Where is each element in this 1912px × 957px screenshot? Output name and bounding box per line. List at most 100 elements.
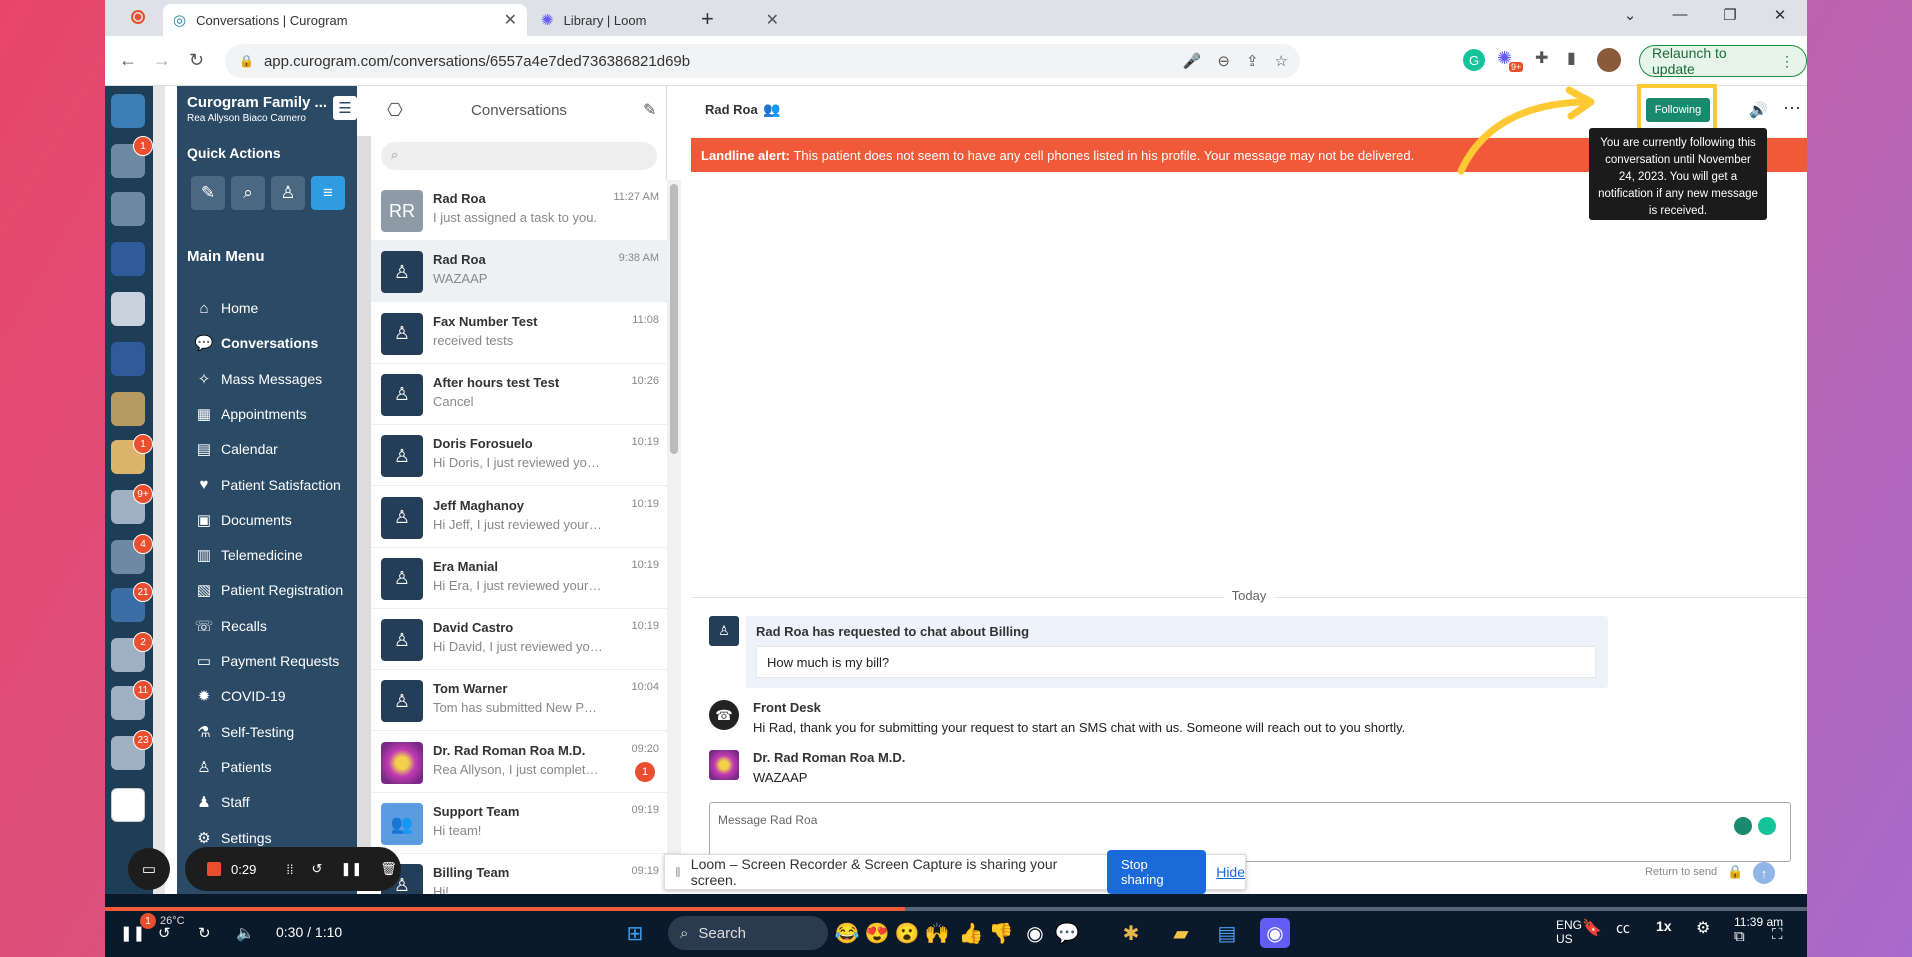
- conversation-scrollbar[interactable]: [667, 180, 681, 886]
- restart-icon[interactable]: ↺: [312, 861, 323, 877]
- search-button[interactable]: ⌕: [231, 176, 265, 210]
- forward-icon[interactable]: →: [153, 50, 171, 71]
- lang-indicator[interactable]: ENG US: [1556, 918, 1582, 946]
- conversation-item[interactable]: Dr. Rad Roman Roa M.D. Rea Allyson, I jus…: [371, 731, 667, 793]
- rail-scrollbar[interactable]: [153, 86, 165, 894]
- practice-logo[interactable]: [111, 342, 145, 376]
- close-tab-icon[interactable]: ✕: [504, 10, 517, 30]
- send-button[interactable]: ↑: [1753, 862, 1775, 884]
- settings-icon[interactable]: ⚙: [1696, 918, 1710, 938]
- org-name[interactable]: Curogram Family ...: [187, 94, 327, 111]
- pause-icon[interactable]: ❚❚: [340, 861, 362, 877]
- conversation-item[interactable]: ♙ Fax Number Test received tests 11:08: [371, 302, 667, 364]
- sidepanel-icon[interactable]: ▮: [1567, 48, 1576, 68]
- relaunch-button[interactable]: Relaunch to update ⋮: [1639, 45, 1807, 77]
- hide-link[interactable]: Hide: [1216, 864, 1245, 880]
- conversation-item[interactable]: ♙ Era Manial Hi Era, I just reviewed your …: [371, 547, 667, 609]
- menu-item-patients[interactable]: ♙ Patients: [193, 755, 271, 779]
- play-pause-icon[interactable]: ❚❚: [120, 924, 145, 942]
- chat-contact-name[interactable]: Rad Roa: [705, 102, 758, 117]
- menu-item-calendar[interactable]: ▤ Calendar: [193, 437, 278, 461]
- conversation-item[interactable]: ♙ Jeff Maghanoy Hi Jeff, I just reviewed y…: [371, 486, 667, 548]
- grammarly-icon[interactable]: G: [1463, 49, 1485, 71]
- conversation-search-input[interactable]: ⌕: [381, 142, 657, 170]
- captions-icon[interactable]: ㏄: [1616, 918, 1630, 938]
- windows-start-icon[interactable]: ⊞: [620, 918, 650, 948]
- emoji-heart-eyes-icon[interactable]: 😍: [862, 918, 892, 948]
- practice-logo[interactable]: [111, 392, 145, 426]
- menu-item-patient-registration[interactable]: ▧ Patient Registration: [193, 578, 343, 602]
- url-field[interactable]: 🔒 app.curogram.com/conversations/6557a4e…: [225, 44, 1300, 78]
- camera-icon[interactable]: ▭: [128, 848, 170, 890]
- menu-scrollbar[interactable]: [357, 136, 371, 856]
- conversation-item[interactable]: RR Rad Roa I just assigned a task to you. 1…: [371, 180, 667, 241]
- conversation-item[interactable]: ♙ Doris Forosuelo Hi Doris, I just reviewe…: [371, 425, 667, 487]
- add-patient-button[interactable]: ♙: [271, 176, 305, 210]
- practice-logo[interactable]: [111, 192, 145, 226]
- close-window-button[interactable]: ✕: [1765, 6, 1795, 24]
- tab-conversations[interactable]: ◎ Conversations | Curogram ✕: [163, 4, 527, 36]
- menu-item-documents[interactable]: ▣ Documents: [193, 508, 292, 532]
- volume-icon[interactable]: 🔈: [236, 924, 255, 942]
- menu-item-staff[interactable]: ♟ Staff: [193, 790, 249, 814]
- close-tab-icon[interactable]: ✕: [766, 10, 779, 30]
- practice-logo[interactable]: [111, 242, 145, 276]
- menu-item-settings[interactable]: ⚙ Settings: [193, 826, 271, 850]
- emoji-surprised-icon[interactable]: 😮: [892, 918, 922, 948]
- zoom-icon[interactable]: ⊖: [1217, 52, 1230, 70]
- loom-taskbar-icon[interactable]: ◉: [1260, 918, 1290, 948]
- curogram-logo[interactable]: [111, 788, 145, 822]
- lock-icon[interactable]: 🔒: [1727, 864, 1743, 880]
- menu-item-payment-requests[interactable]: ▭ Payment Requests: [193, 649, 339, 673]
- stop-record-icon[interactable]: [207, 862, 221, 876]
- conversation-item[interactable]: 👥 Support Team Hi team! 09:19: [371, 793, 667, 854]
- slack-icon[interactable]: ✱: [1116, 918, 1146, 948]
- emoji-laugh-icon[interactable]: 😂: [832, 918, 862, 948]
- emoji-icon[interactable]: [1734, 817, 1752, 835]
- reload-icon[interactable]: ↻: [189, 50, 204, 71]
- menu-item-recalls[interactable]: ☏ Recalls: [193, 614, 267, 638]
- trash-icon[interactable]: 🗑: [380, 861, 397, 877]
- tab-search-icon[interactable]: ⌄: [1615, 6, 1645, 24]
- new-tab-button[interactable]: +: [701, 6, 714, 32]
- mic-icon[interactable]: 🎤: [1183, 52, 1202, 70]
- menu-item-self-testing[interactable]: ⚗ Self-Testing: [193, 720, 294, 744]
- grammarly-icon[interactable]: [1758, 817, 1776, 835]
- filters-button[interactable]: ≡: [311, 176, 345, 210]
- sound-icon[interactable]: 🔊: [1749, 101, 1768, 119]
- folder-icon[interactable]: ▰: [1166, 918, 1196, 948]
- avatar[interactable]: [1597, 48, 1621, 72]
- group-icon[interactable]: 👥: [763, 101, 780, 118]
- drag-handle-icon[interactable]: ‖: [675, 864, 681, 880]
- fullscreen-icon[interactable]: ⛶: [1772, 926, 1783, 943]
- maximize-button[interactable]: ❐: [1715, 6, 1745, 24]
- emoji-thumbsup-icon[interactable]: 👍: [956, 918, 986, 948]
- taskbar-search[interactable]: ⌕ Search: [668, 916, 828, 950]
- new-conversation-icon[interactable]: ✎: [643, 100, 656, 120]
- comment-icon[interactable]: 💬: [1052, 918, 1082, 948]
- menu-item-home[interactable]: ⌂ Home: [193, 296, 258, 320]
- menu-item-telemedicine[interactable]: ▥ Telemedicine: [193, 543, 303, 567]
- forward-icon[interactable]: ↻: [198, 924, 211, 942]
- video-progress[interactable]: [105, 907, 1807, 911]
- menu-item-mass-messages[interactable]: ✧ Mass Messages: [193, 367, 322, 391]
- scroll-thumb[interactable]: [670, 184, 678, 454]
- star-icon[interactable]: ☆: [1275, 52, 1288, 70]
- emoji-thumbsdown-icon[interactable]: 👎: [986, 918, 1016, 948]
- chrome-taskbar-icon[interactable]: ◉: [1020, 918, 1050, 948]
- puzzle-icon[interactable]: ✚: [1535, 48, 1548, 68]
- conversation-item[interactable]: ♙ Tom Warner Tom has submitted New Pati...…: [371, 670, 667, 732]
- menu-item-appointments[interactable]: ▦ Appointments: [193, 402, 307, 426]
- stop-sharing-button[interactable]: Stop sharing: [1106, 850, 1207, 894]
- more-icon[interactable]: ⋯: [1783, 98, 1801, 119]
- practice-logo[interactable]: [111, 292, 145, 326]
- pip-icon[interactable]: ⧉: [1734, 928, 1745, 945]
- conversation-item[interactable]: ♙ David Castro Hi David, I just reviewed y…: [371, 609, 667, 671]
- conversation-item[interactable]: ♙ Rad Roa WAZAAP 9:38 AM: [371, 241, 667, 303]
- message-input[interactable]: Message Rad Roa: [709, 802, 1791, 862]
- playback-speed[interactable]: 1x: [1656, 918, 1672, 934]
- conversation-item[interactable]: ♙ After hours test Test Cancel 10:26: [371, 363, 667, 425]
- menu-item-covid-19[interactable]: ✹ COVID-19: [193, 684, 286, 708]
- tab-loom[interactable]: ✺ Library | Loom ✕: [531, 4, 789, 36]
- search-practices-icon[interactable]: [111, 94, 145, 128]
